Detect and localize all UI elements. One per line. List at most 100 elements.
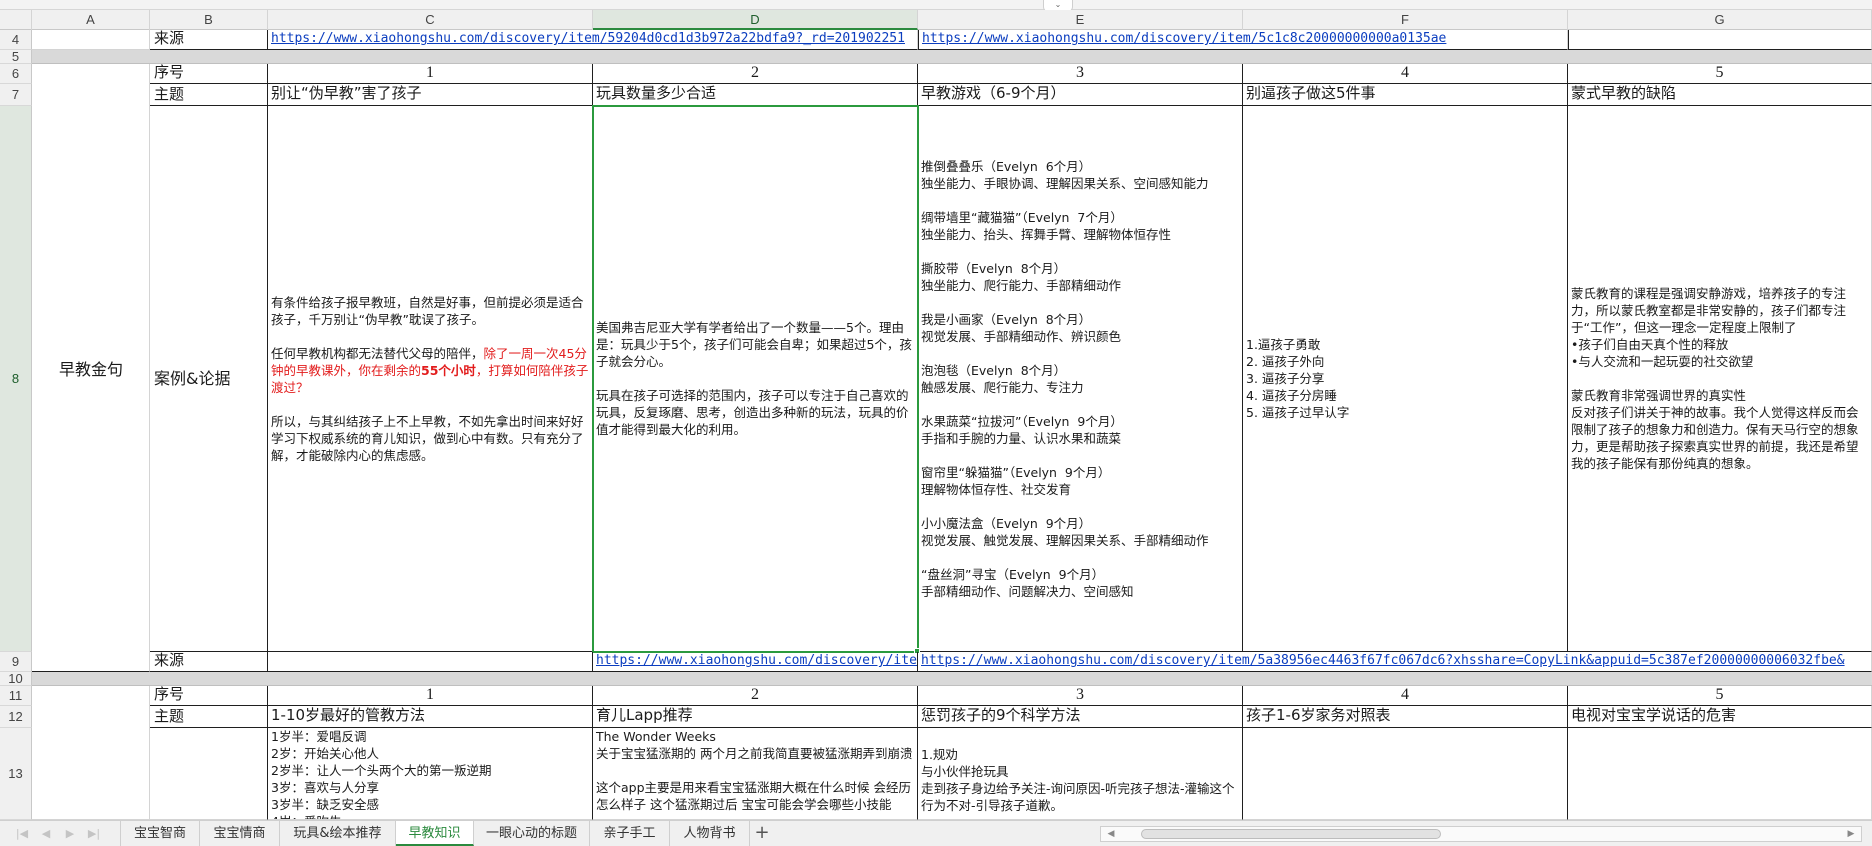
cell-d11[interactable]: 2 xyxy=(593,686,918,706)
cell-g12[interactable]: 电视对宝宝学说话的危害 xyxy=(1568,706,1872,728)
sheet-tab-baby-eq[interactable]: 宝宝情商 xyxy=(200,821,280,846)
topic-title: 电视对宝宝学说话的危害 xyxy=(1571,706,1737,724)
serial-number: 5 xyxy=(1715,64,1724,81)
cell-b7[interactable]: 主题 xyxy=(150,84,268,106)
sheet-tab-early-education[interactable]: 早教知识 xyxy=(396,821,474,846)
cell-f7[interactable]: 别逼孩子做这5件事 xyxy=(1243,84,1568,106)
row-header-7[interactable]: 7 xyxy=(0,84,32,106)
cell-c11[interactable]: 1 xyxy=(268,686,593,706)
topic-label: 主题 xyxy=(154,85,185,103)
cell-g4[interactable] xyxy=(1568,30,1872,50)
column-header-f[interactable]: F xyxy=(1243,10,1568,30)
cell-g11[interactable]: 5 xyxy=(1568,686,1872,706)
last-sheet-icon[interactable]: ▶| xyxy=(86,827,102,841)
column-header-e[interactable]: E xyxy=(918,10,1243,30)
scrollbar-thumb[interactable] xyxy=(1141,829,1441,839)
column-header-d[interactable]: D xyxy=(593,10,918,30)
row-header-6[interactable]: 6 xyxy=(0,64,32,84)
topic-title: 别让“伪早教”害了孩子 xyxy=(271,84,422,102)
cell-g7[interactable]: 蒙式早教的缺陷 xyxy=(1568,84,1872,106)
cell-c8[interactable]: 有条件给孩子报早教班，自然是好事，但前提必须是适合孩子，千万别让“伪早教”耽误了… xyxy=(268,106,593,652)
row-header-9[interactable]: 9 xyxy=(0,652,32,672)
cell-f12[interactable]: 孩子1-6岁家务对照表 xyxy=(1243,706,1568,728)
cell-c7[interactable]: 别让“伪早教”害了孩子 xyxy=(268,84,593,106)
next-sheet-icon[interactable]: ▶ xyxy=(62,827,78,841)
column-header-b[interactable]: B xyxy=(150,10,268,30)
prev-sheet-icon[interactable]: ◀ xyxy=(38,827,54,841)
cell-e6[interactable]: 3 xyxy=(918,64,1243,84)
sheet-tab-toys-books[interactable]: 玩具&绘本推荐 xyxy=(280,821,396,846)
cell-b12[interactable]: 主题 xyxy=(150,706,268,728)
case-label: 案例&论据 xyxy=(154,369,231,388)
case-text: 1岁半：爱唱反调 2岁：开始关心他人 2岁半：让人一个头两个大的第一叛逆期 3岁… xyxy=(271,729,492,819)
cell-d12[interactable]: 育儿Lapp推荐 xyxy=(593,706,918,728)
row-header-8[interactable]: 8 xyxy=(0,106,32,652)
row-header-4[interactable]: 4 xyxy=(0,30,32,50)
cell-b6[interactable]: 序号 xyxy=(150,64,268,84)
cell-b13[interactable] xyxy=(150,728,268,820)
row-header-10[interactable]: 10 xyxy=(0,672,32,686)
cell-c4[interactable]: https://www.xiaohongshu.com/discovery/it… xyxy=(268,30,918,50)
first-sheet-icon[interactable]: |◀ xyxy=(14,827,30,841)
cell-d6[interactable]: 2 xyxy=(593,64,918,84)
cell-e4[interactable]: https://www.xiaohongshu.com/discovery/it… xyxy=(918,30,1568,50)
cell-d8[interactable]: 美国弗吉尼亚大学有学者给出了一个数量——5个。理由是：玩具少于5个，孩子们可能会… xyxy=(593,106,918,652)
cell-f6[interactable]: 4 xyxy=(1243,64,1568,84)
cell-c6[interactable]: 1 xyxy=(268,64,593,84)
serial-number: 3 xyxy=(1076,64,1084,81)
cell-f13[interactable] xyxy=(1243,728,1568,820)
case-text-part: 所以，与其纠结孩子上不上早教，不如先拿出时间来好好学习下权威系统的育儿知识，做到… xyxy=(271,413,584,463)
cell-g6[interactable]: 5 xyxy=(1568,64,1872,84)
topic-title: 孩子1-6岁家务对照表 xyxy=(1246,706,1391,724)
case-text: 美国弗吉尼亚大学有学者给出了一个数量——5个。理由是：玩具少于5个，孩子们可能会… xyxy=(596,320,912,437)
cell-c9[interactable] xyxy=(268,652,593,672)
cell-c12[interactable]: 1-10岁最好的管教方法 xyxy=(268,706,593,728)
cell-b8[interactable]: 案例&论据 xyxy=(150,106,268,652)
cell-b4[interactable]: 来源 xyxy=(150,30,268,50)
cell-e9[interactable]: https://www.xiaohongshu.com/discovery/it… xyxy=(918,652,1872,672)
cell-c13[interactable]: 1岁半：爱唱反调 2岁：开始关心他人 2岁半：让人一个头两个大的第一叛逆期 3岁… xyxy=(268,728,593,820)
case-text: 推倒叠叠乐（Evelyn 6个月） 独坐能力、手眼协调、理解因果关系、空间感知能… xyxy=(921,158,1209,599)
horizontal-scrollbar[interactable]: ◀ ▶ xyxy=(1100,826,1862,842)
scroll-left-icon[interactable]: ◀ xyxy=(1103,827,1119,841)
serial-number: 2 xyxy=(751,686,759,703)
source-label: 来源 xyxy=(154,30,185,47)
source-link[interactable]: https://www.xiaohongshu.com/discovery/it… xyxy=(593,652,917,669)
row-header-12[interactable]: 12 xyxy=(0,706,32,728)
select-all-corner[interactable] xyxy=(0,10,32,30)
sheet-tab-endorsements[interactable]: 人物背书 xyxy=(670,821,750,846)
column-header-g[interactable]: G xyxy=(1568,10,1872,30)
case-text: The Wonder Weeks 关于宝宝猛涨期的 两个月之前我简直要被猛涨期弄… xyxy=(596,729,913,812)
cell-e7[interactable]: 早教游戏（6-9个月） xyxy=(918,84,1243,106)
formula-bar-edge xyxy=(0,0,1872,10)
cell-g13[interactable] xyxy=(1568,728,1872,820)
source-link[interactable]: https://www.xiaohongshu.com/discovery/it… xyxy=(919,30,1567,47)
cell-e12[interactable]: 惩罚孩子的9个科学方法 xyxy=(918,706,1243,728)
cell-d9[interactable]: https://www.xiaohongshu.com/discovery/it… xyxy=(593,652,918,672)
row-header-11[interactable]: 11 xyxy=(0,686,32,706)
cell-d13[interactable]: The Wonder Weeks 关于宝宝猛涨期的 两个月之前我简直要被猛涨期弄… xyxy=(593,728,918,820)
source-link[interactable]: https://www.xiaohongshu.com/discovery/it… xyxy=(918,652,1871,669)
row-header-13[interactable]: 13 xyxy=(0,728,32,820)
cell-b11[interactable]: 序号 xyxy=(150,686,268,706)
cell-a4[interactable] xyxy=(32,30,150,50)
sheet-tab-parent-child-crafts[interactable]: 亲子手工 xyxy=(590,821,670,846)
cell-f11[interactable]: 4 xyxy=(1243,686,1568,706)
category-cell[interactable]: 早教金句 xyxy=(32,64,150,672)
cell-e11[interactable]: 3 xyxy=(918,686,1243,706)
cell-d7[interactable]: 玩具数量多少合适 xyxy=(593,84,918,106)
cell-b9[interactable]: 来源 xyxy=(150,652,268,672)
source-link[interactable]: https://www.xiaohongshu.com/discovery/it… xyxy=(268,30,917,47)
add-sheet-icon[interactable]: + xyxy=(752,824,772,844)
cell-e8[interactable]: 推倒叠叠乐（Evelyn 6个月） 独坐能力、手眼协调、理解因果关系、空间感知能… xyxy=(918,106,1243,652)
category-cell[interactable] xyxy=(32,686,150,820)
row-header-5[interactable]: 5 xyxy=(0,50,32,64)
column-header-a[interactable]: A xyxy=(32,10,150,30)
column-header-c[interactable]: C xyxy=(268,10,593,30)
cell-f8[interactable]: 1.逼孩子勇敢 2. 逼孩子外向 3. 逼孩子分享 4. 逼孩子分房睡 5. 逼… xyxy=(1243,106,1568,652)
cell-g8[interactable]: 蒙氏教育的课程是强调安静游戏，培养孩子的专注力，所以蒙氏教室都是非常安静的，孩子… xyxy=(1568,106,1872,652)
sheet-tab-catchy-titles[interactable]: 一眼心动的标题 xyxy=(474,821,590,846)
scroll-right-icon[interactable]: ▶ xyxy=(1843,827,1859,841)
cell-e13[interactable]: 1.规劝 与小伙伴抢玩具 走到孩子身边给予关注-询问原因-听完孩子想法-灌输这个… xyxy=(918,728,1243,820)
sheet-tab-baby-iq[interactable]: 宝宝智商 xyxy=(120,821,200,846)
